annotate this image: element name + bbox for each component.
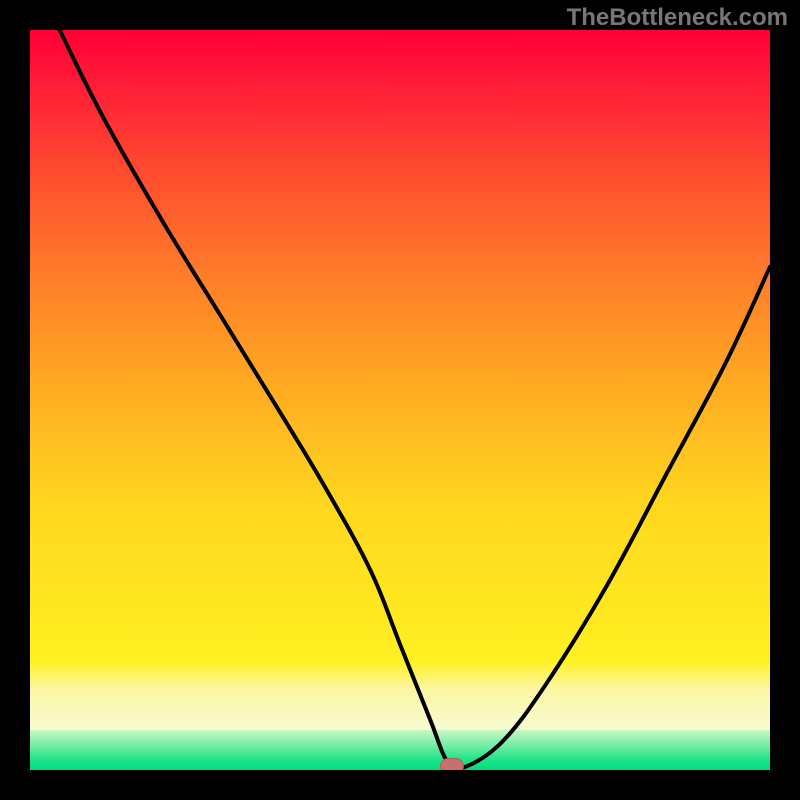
optimum-marker xyxy=(440,758,464,770)
bottleneck-curve xyxy=(30,30,770,770)
chart-frame: TheBottleneck.com xyxy=(0,0,800,800)
plot-area xyxy=(30,30,770,770)
attribution-text: TheBottleneck.com xyxy=(567,4,788,32)
